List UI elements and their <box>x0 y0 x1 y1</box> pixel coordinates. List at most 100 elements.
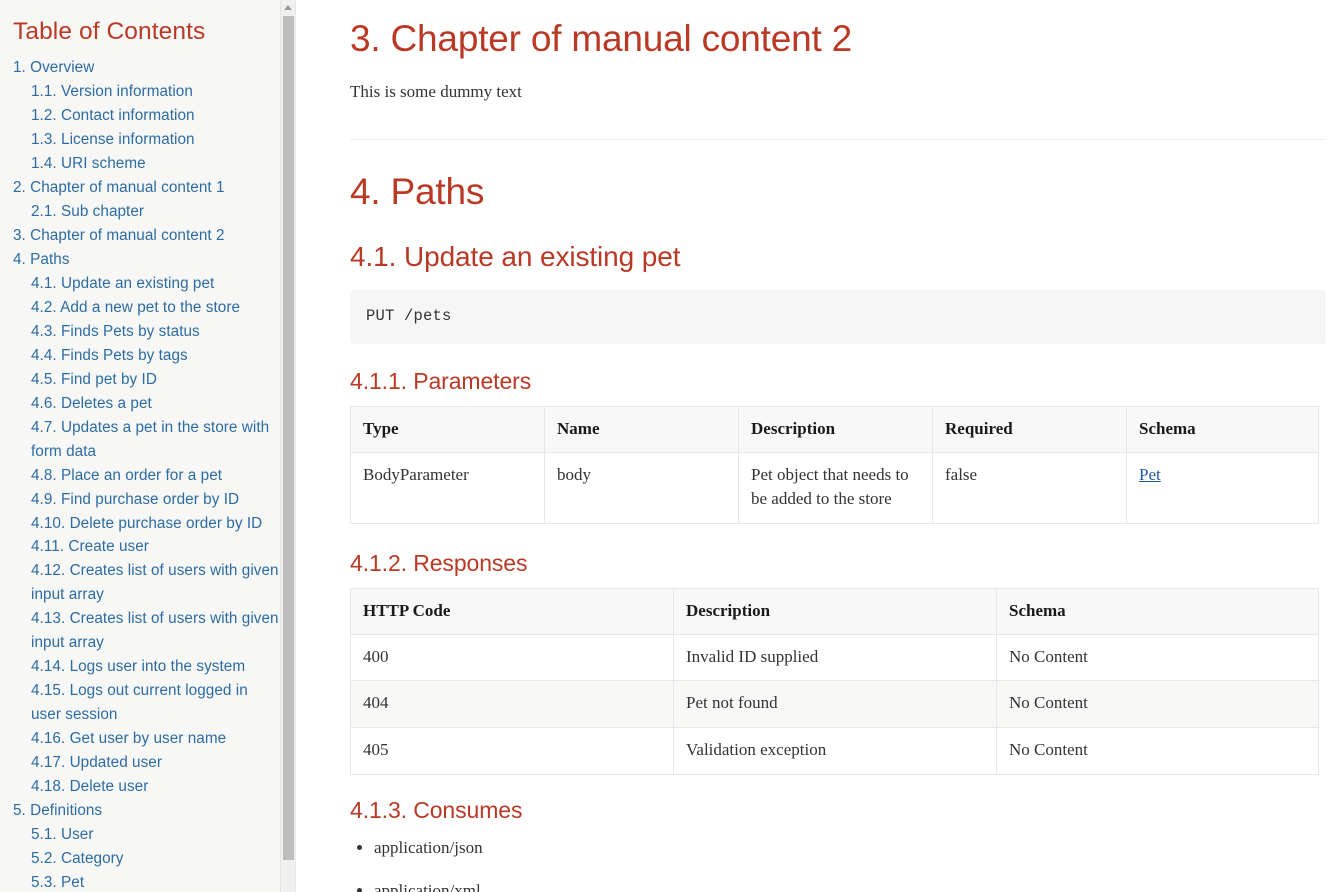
toc-link-2-chapter-of-manual-content-1[interactable]: 2. Chapter of manual content 1 <box>13 176 281 200</box>
cell-required: false <box>932 451 1127 525</box>
toc-link-4-15-logs-out-current-logged-in-user-session[interactable]: 4.15. Logs out current logged in user se… <box>31 679 281 727</box>
toc-link-4-11-create-user[interactable]: 4.11. Create user <box>31 535 281 559</box>
responses-block: 4.1.2. Responses HTTP Code Description Sch… <box>350 550 1326 775</box>
toc-scrollbar[interactable] <box>280 0 295 892</box>
cell-schema: No Content <box>996 633 1319 682</box>
toc-link-4-8-place-an-order-for-a-pet[interactable]: 4.8. Place an order for a pet <box>31 464 281 488</box>
toc-link-4-13-creates-list-of-users-with-given-input-array[interactable]: 4.13. Creates list of users with given i… <box>31 607 281 655</box>
toc-link-4-16-get-user-by-user-name[interactable]: 4.16. Get user by user name <box>31 727 281 751</box>
toc-item-4-paths: 4. Paths 4.1. Update an existing pet 4.2. … <box>13 248 281 799</box>
cell-schema: No Content <box>996 726 1319 775</box>
toc-item-4-4-finds-pets-by-tags: 4.4. Finds Pets by tags <box>31 344 281 368</box>
toc-item-4-17-updated-user: 4.17. Updated user <box>31 751 281 775</box>
toc-link-4-9-find-purchase-order-by-id[interactable]: 4.9. Find purchase order by ID <box>31 488 281 512</box>
toc-link-4-4-finds-pets-by-tags[interactable]: 4.4. Finds Pets by tags <box>31 344 281 368</box>
toc-link-5-3-pet[interactable]: 5.3. Pet <box>31 871 281 892</box>
toc-link-3-chapter-of-manual-content-2[interactable]: 3. Chapter of manual content 2 <box>13 224 281 248</box>
toc-link-1-overview[interactable]: 1. Overview <box>13 56 281 80</box>
toc-link-5-2-category[interactable]: 5.2. Category <box>31 847 281 871</box>
toc-link-5-1-user[interactable]: 5.1. User <box>31 823 281 847</box>
toc-inner: Table of Contents 1. Overview 1.1. Versio… <box>0 0 295 892</box>
operation-code-block: PUT /pets <box>350 289 1326 345</box>
toc-item-4-14-logs-user-into-the-system: 4.14. Logs user into the system <box>31 655 281 679</box>
cell-description: Invalid ID supplied <box>673 633 997 682</box>
toc-link-4-paths[interactable]: 4. Paths <box>13 248 281 272</box>
toc-item-4-1-update-an-existing-pet: 4.1. Update an existing pet <box>31 272 281 296</box>
scroll-up-arrow-icon[interactable] <box>281 0 295 14</box>
toc-item-4-12-creates-list-of-users-with-given-input-array: 4.12. Creates list of users with given i… <box>31 559 281 607</box>
toc-item-1-3-license-information: 1.3. License information <box>31 128 281 152</box>
toc-sublist: 4.1. Update an existing pet 4.2. Add a ne… <box>13 272 281 799</box>
toc-item-4-11-create-user: 4.11. Create user <box>31 535 281 559</box>
cell-code: 405 <box>350 726 674 775</box>
toc-link-5-definitions[interactable]: 5. Definitions <box>13 799 281 823</box>
toc-link-1-4-uri-scheme[interactable]: 1.4. URI scheme <box>31 152 281 176</box>
responses-table: HTTP Code Description Schema 400 Invalid ID… <box>350 587 1319 775</box>
parameters-heading: 4.1.1. Parameters <box>350 368 532 395</box>
responses-table-body: 400 Invalid ID supplied No Content 404 Pet n… <box>350 633 1319 775</box>
parameters-table: Type Name Description Required Schema BodyPa… <box>350 405 1319 525</box>
toc-link-4-2-add-a-new-pet-to-the-store[interactable]: 4.2. Add a new pet to the store <box>31 296 281 320</box>
scrollbar-thumb[interactable] <box>283 16 294 860</box>
toc-link-2-1-sub-chapter[interactable]: 2.1. Sub chapter <box>31 200 281 224</box>
col-header-name: Name <box>544 405 739 453</box>
section-paths: 4. Paths 4.1. Update an existing pet PUT… <box>350 170 1326 892</box>
toc-item-5-3-pet: 5.3. Pet <box>31 871 281 892</box>
toc-link-4-10-delete-purchase-order-by-id[interactable]: 4.10. Delete purchase order by ID <box>31 512 281 536</box>
operation-block: 4.1. Update an existing pet PUT /pets 4.… <box>350 240 1326 892</box>
toc-sublist: 1.1. Version information 1.2. Contact inf… <box>13 80 281 176</box>
cell-description: Validation exception <box>673 726 997 775</box>
toc-item-4-6-deletes-a-pet: 4.6. Deletes a pet <box>31 392 281 416</box>
toc-list: 1. Overview 1.1. Version information 1.2. … <box>13 56 281 892</box>
cell-description: Pet object that needs to be added to the… <box>738 451 933 525</box>
cell-type: BodyParameter <box>350 451 545 525</box>
toc-item-1-4-uri-scheme: 1.4. URI scheme <box>31 152 281 176</box>
table-header-row: Type Name Description Required Schema <box>350 405 1319 453</box>
col-header-schema: Schema <box>996 587 1319 635</box>
table-row: 405 Validation exception No Content <box>350 726 1319 775</box>
table-row: 404 Pet not found No Content <box>350 680 1319 728</box>
toc-link-1-1-version-information[interactable]: 1.1. Version information <box>31 80 281 104</box>
consumes-list: application/json application/xml <box>350 834 1326 892</box>
toc-item-4-15-logs-out-current-logged-in-user-session: 4.15. Logs out current logged in user se… <box>31 679 281 727</box>
toc-link-4-14-logs-user-into-the-system[interactable]: 4.14. Logs user into the system <box>31 655 281 679</box>
col-header-http-code: HTTP Code <box>350 587 674 635</box>
responses-table-head: HTTP Code Description Schema <box>350 587 1319 635</box>
cell-code: 404 <box>350 680 674 728</box>
toc-item-4-3-finds-pets-by-status: 4.3. Finds Pets by status <box>31 320 281 344</box>
toc-title: Table of Contents <box>13 18 206 45</box>
toc-link-4-6-deletes-a-pet[interactable]: 4.6. Deletes a pet <box>31 392 281 416</box>
toc-item-5-2-category: 5.2. Category <box>31 847 281 871</box>
table-header-row: HTTP Code Description Schema <box>350 587 1319 635</box>
toc-link-4-17-updated-user[interactable]: 4.17. Updated user <box>31 751 281 775</box>
responses-table-wrap: HTTP Code Description Schema 400 Invalid ID… <box>350 587 1326 775</box>
schema-link-pet[interactable]: Pet <box>1139 465 1161 484</box>
toc-link-4-3-finds-pets-by-status[interactable]: 4.3. Finds Pets by status <box>31 320 281 344</box>
toc-link-1-3-license-information[interactable]: 1.3. License information <box>31 128 281 152</box>
document-content: 3. Chapter of manual content 2 This is s… <box>296 0 1342 892</box>
toc-link-4-5-find-pet-by-id[interactable]: 4.5. Find pet by ID <box>31 368 281 392</box>
toc-link-4-12-creates-list-of-users-with-given-input-array[interactable]: 4.12. Creates list of users with given i… <box>31 559 281 607</box>
col-header-description: Description <box>673 587 997 635</box>
toc-item-1-2-contact-information: 1.2. Contact information <box>31 104 281 128</box>
toc-link-4-18-delete-user[interactable]: 4.18. Delete user <box>31 775 281 799</box>
col-header-description: Description <box>738 405 933 453</box>
toc-sublist: 2.1. Sub chapter <box>13 200 281 224</box>
list-item: application/json <box>374 834 1326 861</box>
parameters-block: 4.1.1. Parameters Type Name Description Req… <box>350 368 1326 525</box>
toc-item-4-7-updates-a-pet-in-the-store-with-form-data: 4.7. Updates a pet in the store with for… <box>31 416 281 464</box>
col-header-schema: Schema <box>1126 405 1319 453</box>
cell-name: body <box>544 451 739 525</box>
col-header-type: Type <box>350 405 545 453</box>
toc-link-4-1-update-an-existing-pet[interactable]: 4.1. Update an existing pet <box>31 272 281 296</box>
parameters-table-head: Type Name Description Required Schema <box>350 405 1319 453</box>
toc-link-1-2-contact-information[interactable]: 1.2. Contact information <box>31 104 281 128</box>
list-item: application/xml <box>374 877 1326 892</box>
chapter-heading: 3. Chapter of manual content 2 <box>350 18 853 59</box>
responses-heading: 4.1.2. Responses <box>350 550 528 576</box>
consumes-heading: 4.1.3. Consumes <box>350 796 523 823</box>
toc-item-3-chapter-of-manual-content-2: 3. Chapter of manual content 2 <box>13 224 281 248</box>
toc-item-4-9-find-purchase-order-by-id: 4.9. Find purchase order by ID <box>31 488 281 512</box>
toc-link-4-7-updates-a-pet-in-the-store-with-form-data[interactable]: 4.7. Updates a pet in the store with for… <box>31 416 281 464</box>
